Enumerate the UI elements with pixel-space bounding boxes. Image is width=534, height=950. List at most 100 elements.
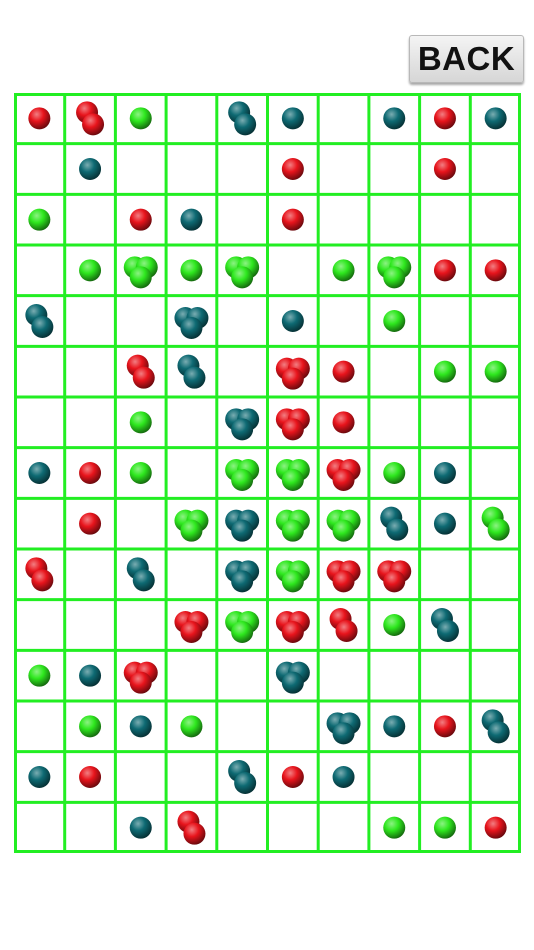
board-cell[interactable] <box>470 295 521 347</box>
red-orb <box>335 620 358 642</box>
board-grid <box>14 93 521 853</box>
board-cell[interactable] <box>64 194 116 245</box>
orb-cluster-green <box>180 259 203 282</box>
teal-orb <box>79 158 102 180</box>
teal-orb <box>234 113 257 136</box>
board-cell[interactable] <box>64 295 116 347</box>
board-cell[interactable] <box>166 751 217 803</box>
board-cell[interactable] <box>14 701 65 752</box>
board-cell[interactable] <box>267 245 319 296</box>
orb-cluster-green <box>79 259 102 282</box>
green-orb <box>433 360 456 383</box>
board-cell[interactable] <box>470 447 521 499</box>
red-orb <box>281 621 304 643</box>
board-cell[interactable] <box>318 802 369 853</box>
back-button[interactable]: BACK <box>409 35 524 83</box>
board-cell[interactable] <box>115 751 167 803</box>
board-cell[interactable] <box>318 93 369 144</box>
green-orb <box>28 664 51 687</box>
red-orb <box>383 570 406 593</box>
board-cell[interactable] <box>470 751 521 803</box>
board-cell[interactable] <box>166 93 217 144</box>
red-orb <box>433 259 456 282</box>
board-cell[interactable] <box>14 498 65 549</box>
board-cell[interactable] <box>64 346 116 397</box>
board-cell[interactable] <box>166 143 217 195</box>
board-cell[interactable] <box>267 701 319 752</box>
board-cell[interactable] <box>64 802 116 853</box>
board-cell[interactable] <box>216 346 268 397</box>
board-cell[interactable] <box>216 650 268 701</box>
board-cell[interactable] <box>14 397 65 448</box>
board-cell[interactable] <box>14 346 65 397</box>
board-cell[interactable] <box>470 397 521 448</box>
board-cell[interactable] <box>419 549 471 600</box>
board-cell[interactable] <box>470 650 521 701</box>
board-cell[interactable] <box>470 194 521 245</box>
green-orb <box>281 570 304 593</box>
board-cell[interactable] <box>419 397 471 448</box>
board-cell[interactable] <box>419 295 471 347</box>
board-cell[interactable] <box>368 650 420 701</box>
board-cell[interactable] <box>318 143 369 195</box>
board-cell[interactable] <box>166 549 217 600</box>
teal-orb <box>79 664 102 687</box>
board-cell[interactable] <box>368 397 420 448</box>
board-cell[interactable] <box>64 549 116 600</box>
board-cell[interactable] <box>166 397 217 448</box>
red-orb <box>281 766 304 788</box>
red-orb <box>28 107 51 130</box>
board-cell[interactable] <box>14 143 65 195</box>
orb-cluster-green <box>129 107 152 130</box>
green-orb <box>332 519 355 542</box>
board-cell[interactable] <box>216 194 268 245</box>
orb-cluster-green <box>79 715 102 738</box>
green-orb <box>180 259 203 282</box>
board-cell[interactable] <box>14 599 65 651</box>
board-cell[interactable] <box>14 245 65 296</box>
teal-orb <box>231 418 254 441</box>
board-cell[interactable] <box>470 549 521 600</box>
board-cell[interactable] <box>419 751 471 803</box>
orb-cluster-red <box>484 816 507 839</box>
red-orb <box>281 158 304 180</box>
teal-orb <box>383 715 406 738</box>
board-cell[interactable] <box>14 802 65 853</box>
board-cell[interactable] <box>216 295 268 347</box>
board-cell[interactable] <box>318 295 369 347</box>
board-cell[interactable] <box>368 143 420 195</box>
board-cell[interactable] <box>318 650 369 701</box>
orb-cluster-teal <box>383 715 406 738</box>
board-cell[interactable] <box>267 802 319 853</box>
board-cell[interactable] <box>216 701 268 752</box>
board-cell[interactable] <box>64 397 116 448</box>
board-cell[interactable] <box>470 599 521 651</box>
board-cell[interactable] <box>368 751 420 803</box>
board-cell[interactable] <box>115 143 167 195</box>
red-orb <box>484 259 507 282</box>
teal-orb <box>231 519 254 542</box>
board-cell[interactable] <box>470 143 521 195</box>
board-cell[interactable] <box>419 194 471 245</box>
teal-orb <box>231 570 254 593</box>
board-cell[interactable] <box>64 599 116 651</box>
board-cell[interactable] <box>115 295 167 347</box>
board-cell[interactable] <box>166 650 217 701</box>
teal-orb <box>31 316 54 338</box>
orb-cluster-teal <box>129 816 152 839</box>
board-cell[interactable] <box>115 599 167 651</box>
board-cell[interactable] <box>216 143 268 195</box>
board-cell[interactable] <box>166 447 217 499</box>
orb-cluster-teal <box>28 766 51 788</box>
board-cell[interactable] <box>216 802 268 853</box>
board-cell[interactable] <box>368 194 420 245</box>
board-cell[interactable] <box>318 194 369 245</box>
orb-cluster-teal <box>180 208 203 231</box>
orb-cluster-red <box>79 512 102 535</box>
board-cell[interactable] <box>419 650 471 701</box>
board-cell[interactable] <box>115 498 167 549</box>
red-orb <box>129 671 152 694</box>
board-cell[interactable] <box>368 346 420 397</box>
red-orb <box>82 113 105 136</box>
orb-cluster-red <box>281 208 304 231</box>
